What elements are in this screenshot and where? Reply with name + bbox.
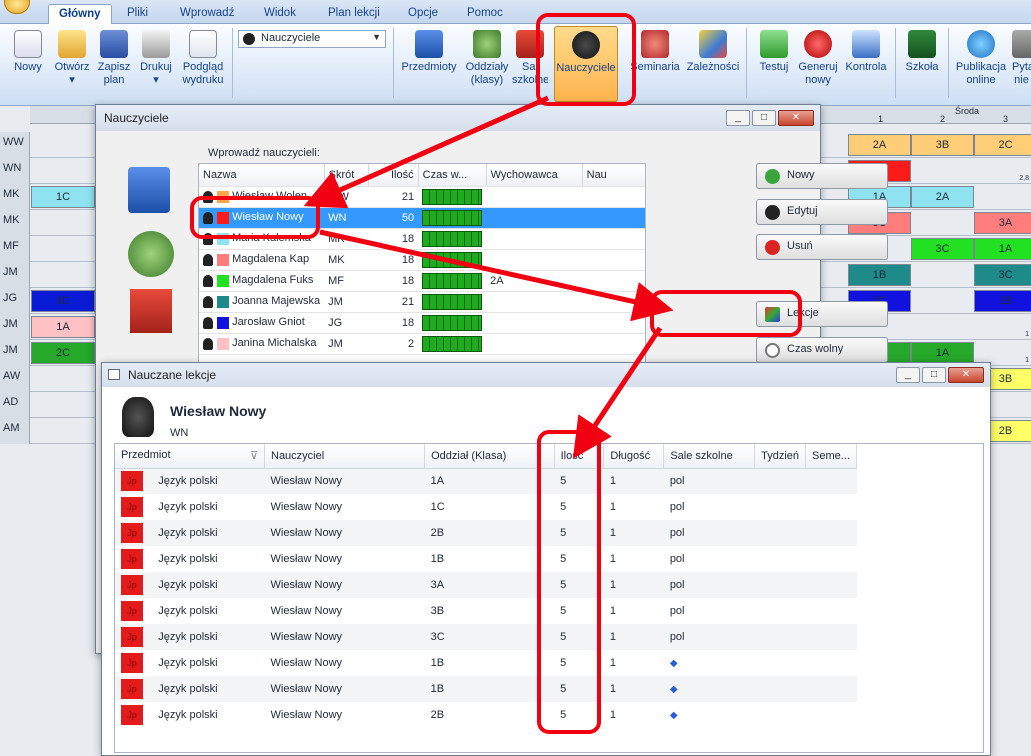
annotation-box bbox=[190, 196, 320, 239]
annotation-box bbox=[536, 13, 636, 106]
annotation-arrow bbox=[572, 326, 663, 459]
annotation-box bbox=[650, 290, 802, 337]
annotation-arrow bbox=[303, 95, 550, 209]
annotation-box bbox=[537, 430, 601, 734]
annotation-arrow bbox=[319, 229, 674, 322]
annotation-overlay bbox=[303, 95, 674, 459]
